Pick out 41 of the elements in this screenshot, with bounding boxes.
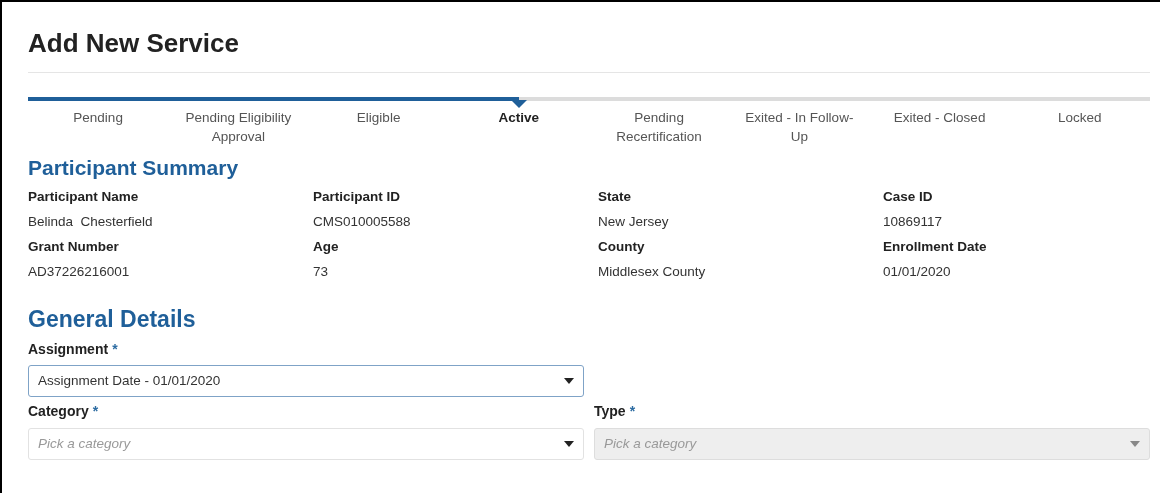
field-label: Participant Name [28, 188, 140, 206]
field-value: Middlesex County [598, 263, 707, 281]
select-placeholder: Pick a category [38, 434, 131, 453]
required-mark: * [92, 401, 99, 421]
field-value: New Jersey [598, 213, 670, 231]
step-marker-icon [510, 100, 527, 108]
field-value: 01/01/2020 [883, 263, 952, 281]
field-label: Case ID [883, 188, 934, 206]
required-mark: * [112, 339, 118, 359]
field-label: Participant ID [313, 188, 402, 206]
field-label: Grant Number [28, 238, 120, 256]
caret-icon [1130, 441, 1140, 447]
field-value: CMS010005588 [313, 213, 412, 231]
select-field[interactable]: Assignment Date - 01/01/2020 [28, 365, 584, 397]
select-placeholder: Pick a category [604, 434, 697, 453]
field-label: Enrollment Date [883, 238, 988, 256]
field-label: State [598, 188, 632, 206]
step-label[interactable]: Pending Recertification [596, 108, 722, 146]
field-value: 73 [313, 263, 330, 281]
step-label[interactable]: Exited - In Follow-Up [736, 108, 862, 146]
step-label[interactable]: Pending Eligibility Approval [175, 108, 301, 146]
step-label[interactable]: Eligible [356, 108, 401, 146]
field-label: Category [28, 401, 89, 421]
field-value: AD37226216001 [28, 263, 131, 281]
caret-icon [564, 378, 574, 384]
field-label: Type [594, 401, 626, 421]
section-heading: General Details [28, 305, 197, 334]
select-value: Assignment Date - 01/01/2020 [38, 371, 221, 390]
section-heading: Participant Summary [28, 155, 240, 181]
step-label[interactable]: Active [498, 108, 540, 146]
step-label[interactable]: Pending [73, 108, 123, 146]
page-title: Add New Service [28, 27, 240, 60]
field-value: 10869117 [883, 213, 944, 231]
field-label: Assignment [28, 339, 109, 359]
required-mark: * [629, 401, 636, 421]
field-label: Age [313, 238, 340, 256]
field-value: Belinda Chesterfield [28, 213, 154, 231]
field-label: County [598, 238, 646, 256]
caret-icon [564, 441, 574, 447]
step-label[interactable]: Exited - Closed [893, 108, 986, 146]
step-label[interactable]: Locked [1058, 108, 1102, 146]
